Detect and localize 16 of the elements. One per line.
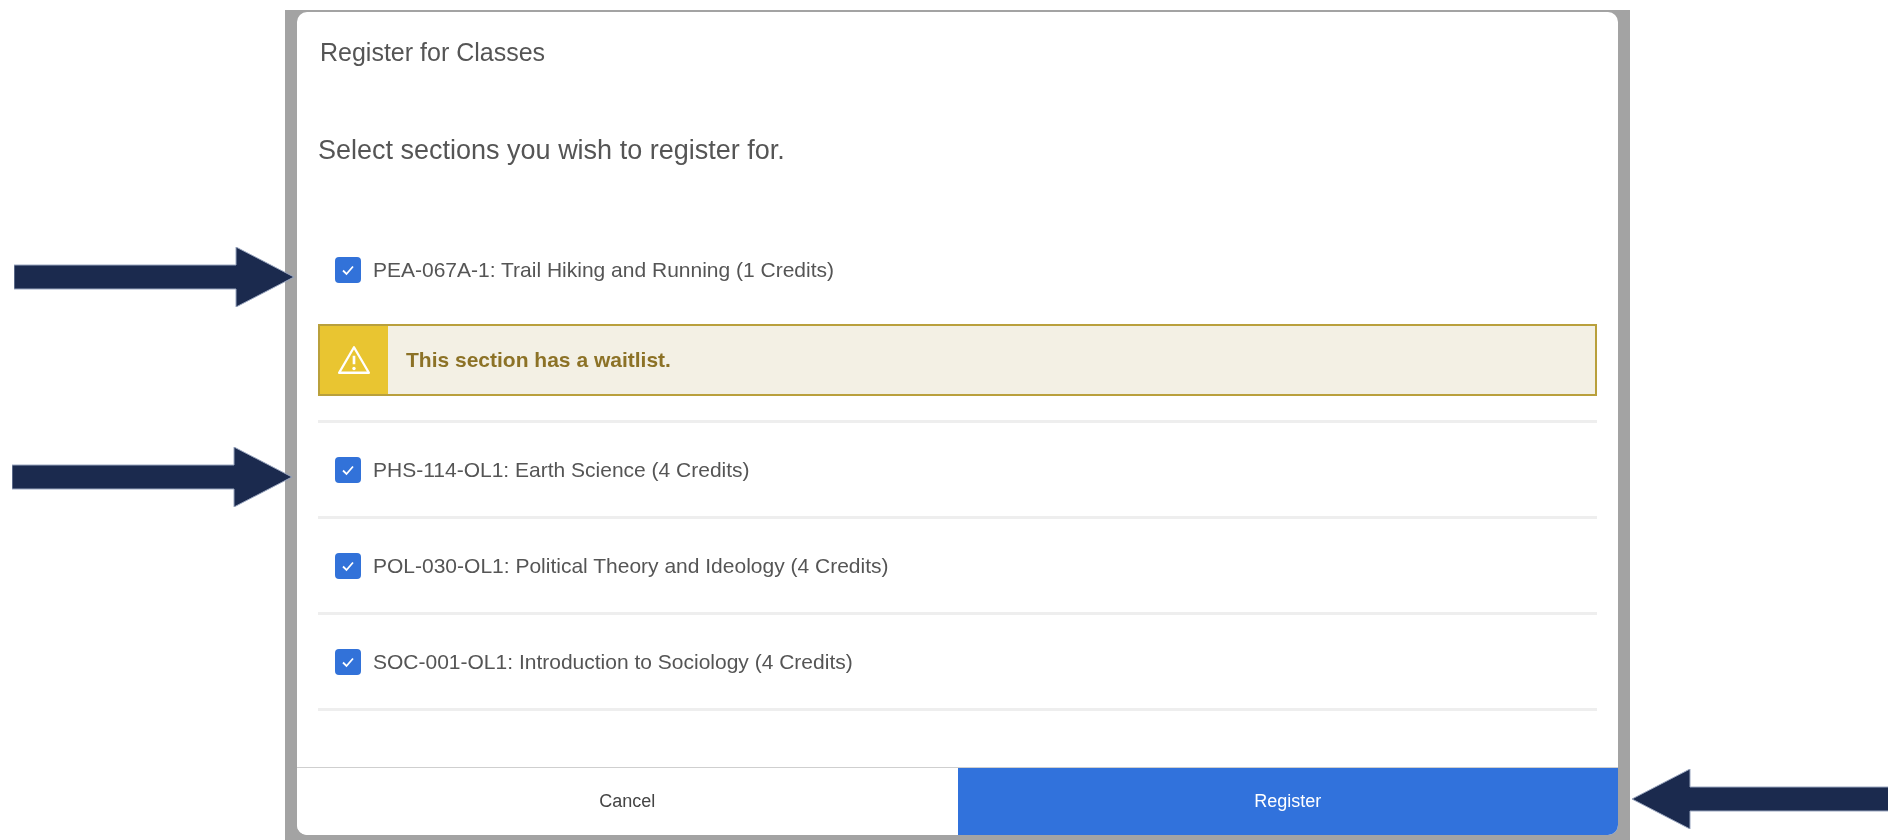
register-button[interactable]: Register [957,768,1618,835]
instruction-text: Select sections you wish to register for. [317,133,786,167]
arrow-icon [1632,769,1888,829]
section-label: POL-030-OL1: Political Theory and Ideology (4 Credits) [373,552,889,579]
dialog-title: Register for Classes [319,37,547,68]
checkbox[interactable] [335,257,361,283]
checkbox[interactable] [335,456,361,483]
section-label: PEA-067A-1: Trail Hiking and Running (1 Credits) [373,257,835,284]
section-label: PHS-114-OL1: Earth Science (4 Credits) [373,456,750,483]
alert-text: This section has a waitlist. [405,347,671,374]
arrow-icon [14,247,294,307]
arrow-icon [12,447,292,507]
section-label: SOC-001-OL1: Introduction to Sociology (4 Credits) [373,648,853,675]
warning-icon [337,345,371,375]
checkbox[interactable] [335,648,361,675]
checkbox[interactable] [335,552,361,579]
